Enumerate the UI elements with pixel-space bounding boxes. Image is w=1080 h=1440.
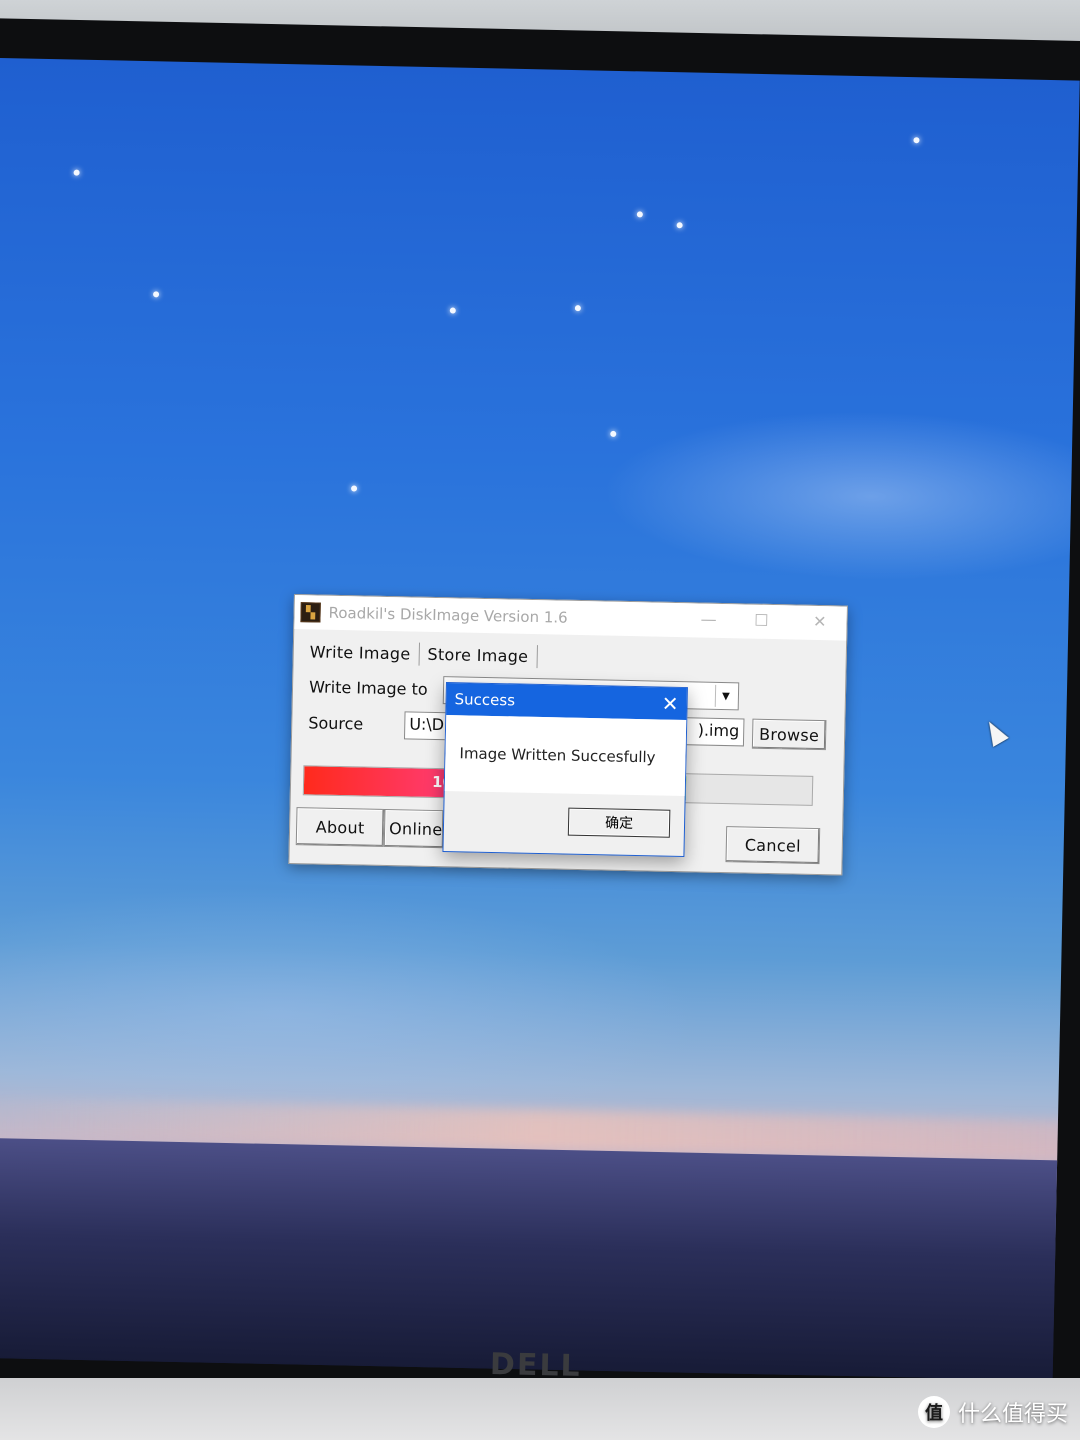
sea [0, 1136, 1080, 1381]
dialog-title-bar[interactable]: Success ✕ [446, 683, 687, 721]
close-icon[interactable]: ✕ [662, 692, 679, 716]
star [350, 485, 358, 492]
cancel-button[interactable]: Cancel [725, 826, 821, 865]
ok-button[interactable]: 确定 [567, 807, 671, 838]
browse-button[interactable]: Browse [751, 718, 827, 751]
star [676, 222, 683, 229]
dialog-title: Success [454, 690, 516, 710]
app-icon: ▚ [300, 602, 321, 623]
maximize-icon[interactable]: ☐ [754, 611, 769, 630]
star [73, 169, 80, 176]
watermark-logo-icon: 值 [917, 1396, 950, 1428]
watermark: 值 什么值得买 [917, 1396, 1068, 1428]
write-image-to-label: Write Image to [308, 677, 428, 699]
watermark-text: 什么值得买 [957, 1402, 1068, 1427]
star [610, 430, 617, 437]
source-path-value: U:\D [409, 714, 445, 735]
success-dialog: Success ✕ Image Written Succesfully 确定 [442, 682, 688, 858]
star [153, 291, 160, 298]
minimize-icon[interactable]: — [700, 610, 716, 629]
star [636, 211, 643, 218]
close-icon[interactable]: ✕ [813, 612, 827, 631]
online-button[interactable]: Online [383, 808, 445, 849]
source-file-suffix: ).img [697, 720, 740, 741]
tab-store-image[interactable]: Store Image [419, 642, 538, 668]
dialog-footer: 确定 [444, 791, 685, 854]
about-button[interactable]: About [295, 807, 385, 847]
star [449, 307, 456, 314]
tab-write-image[interactable]: Write Image [301, 639, 420, 666]
chevron-down-icon[interactable]: ▼ [714, 684, 737, 708]
source-label: Source [308, 713, 364, 734]
star [574, 305, 581, 312]
star [913, 137, 920, 144]
dialog-body: Image Written Succesfully [444, 715, 687, 797]
window-title: Roadkil's DiskImage Version 1.6 [328, 603, 568, 627]
dialog-message: Image Written Succesfully [459, 744, 656, 767]
